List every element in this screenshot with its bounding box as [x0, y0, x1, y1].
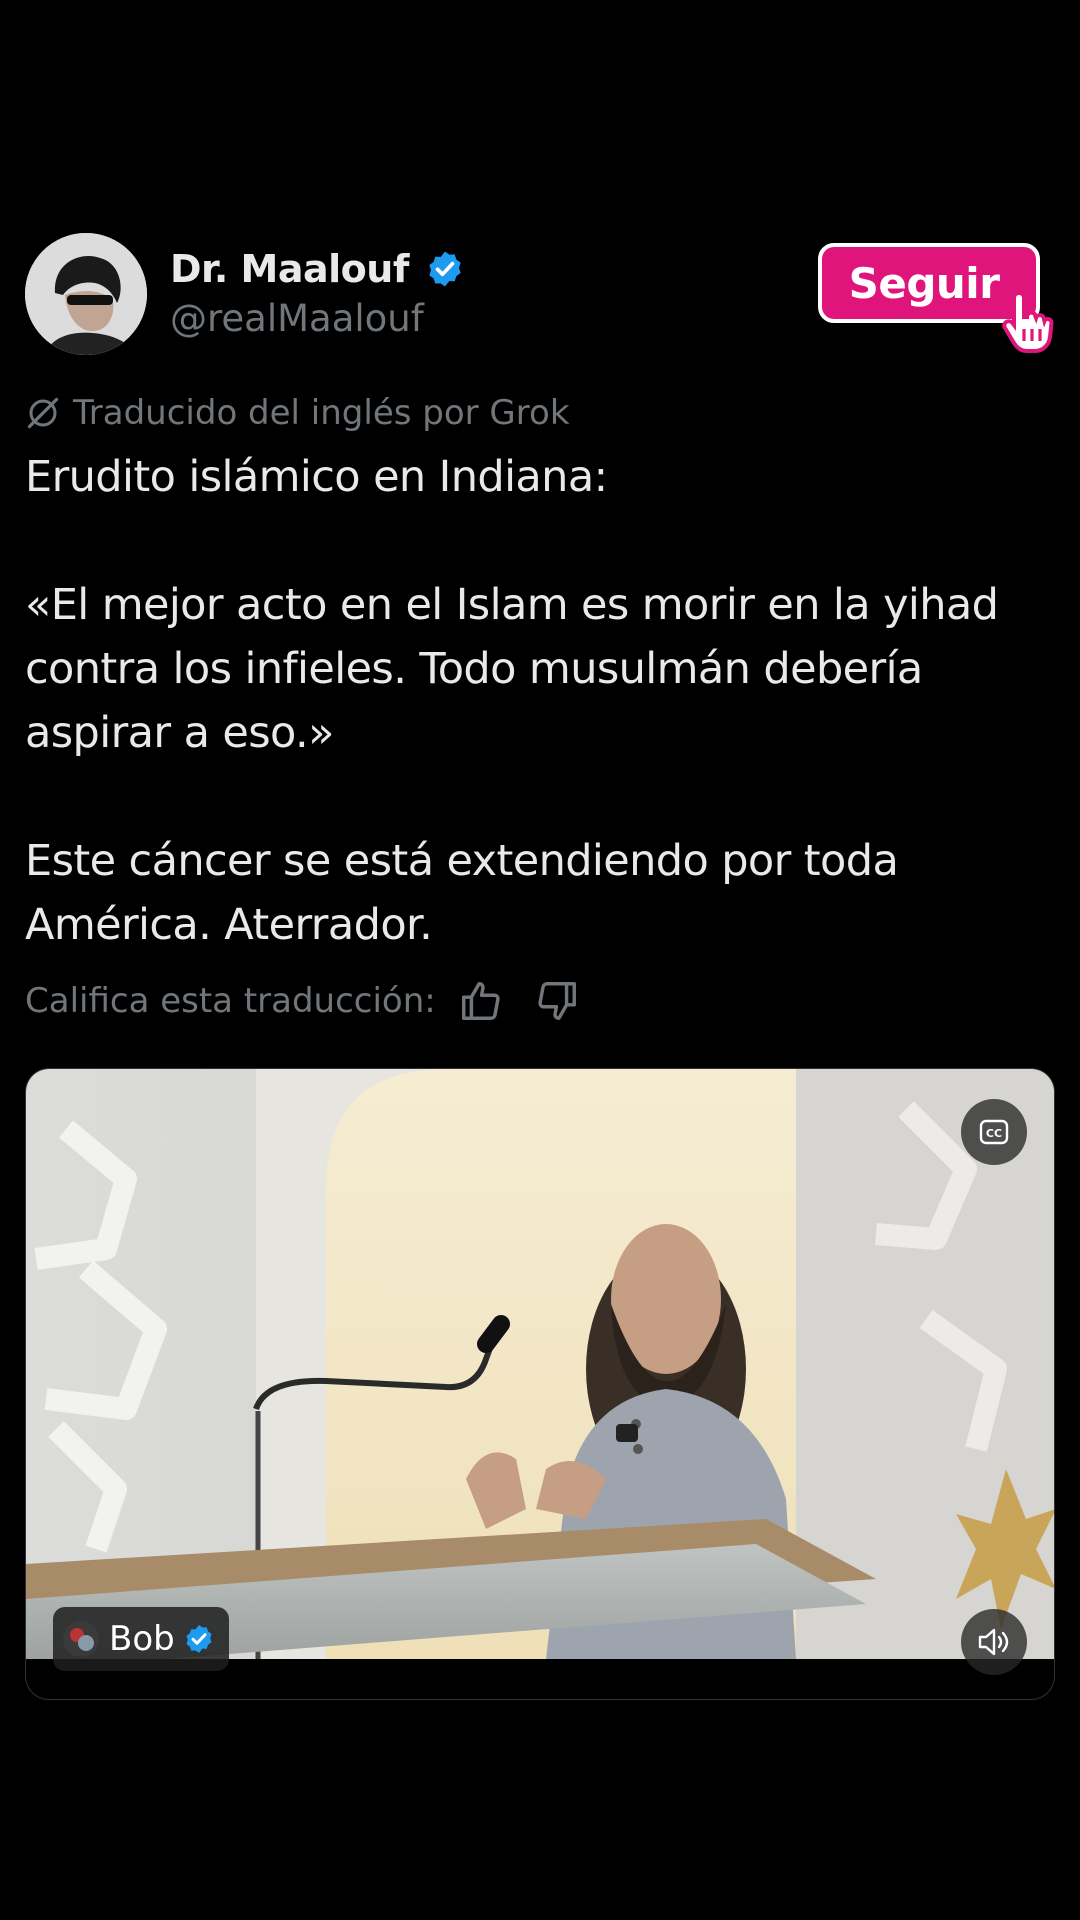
video-attribution[interactable]: Bob	[53, 1607, 229, 1671]
svg-text:CC: CC	[986, 1127, 1002, 1140]
avatar[interactable]	[25, 233, 147, 355]
rate-translation-row: Califica esta traducción:	[25, 978, 580, 1024]
thumbs-down-icon[interactable]	[534, 978, 580, 1024]
volume-icon	[978, 1628, 1009, 1656]
grok-translate-icon	[27, 397, 59, 429]
display-name[interactable]: Dr. Maalouf	[170, 247, 409, 291]
post-text: Erudito islámico en Indiana: «El mejor a…	[25, 452, 999, 950]
video-frame[interactable]	[26, 1069, 1055, 1659]
verified-badge-icon	[429, 251, 461, 287]
author-name-block: Dr. Maalouf @realMaalouf	[170, 243, 465, 340]
closed-captions-button[interactable]: CC	[961, 1099, 1027, 1165]
author-handle[interactable]: @realMaalouf	[170, 297, 465, 340]
video-player[interactable]: CC Bob	[25, 1068, 1055, 1700]
post-container: Dr. Maalouf @realMaalouf Seguir Traducid…	[0, 0, 1080, 1920]
attribution-name: Bob	[109, 1619, 175, 1659]
closed-captions-icon: CC	[979, 1119, 1009, 1145]
attribution-avatar	[63, 1621, 99, 1657]
volume-button[interactable]	[961, 1609, 1027, 1675]
hand-cursor-icon	[1002, 290, 1054, 353]
translation-note: Traducido del inglés por Grok	[25, 393, 570, 433]
translation-note-text: Traducido del inglés por Grok	[73, 393, 570, 433]
thumbs-up-icon[interactable]	[458, 978, 504, 1024]
post-header: Dr. Maalouf @realMaalouf Seguir	[25, 233, 1055, 358]
verified-badge-icon	[186, 1625, 212, 1653]
display-name-row: Dr. Maalouf	[170, 243, 465, 295]
rate-translation-label: Califica esta traducción:	[25, 981, 436, 1021]
